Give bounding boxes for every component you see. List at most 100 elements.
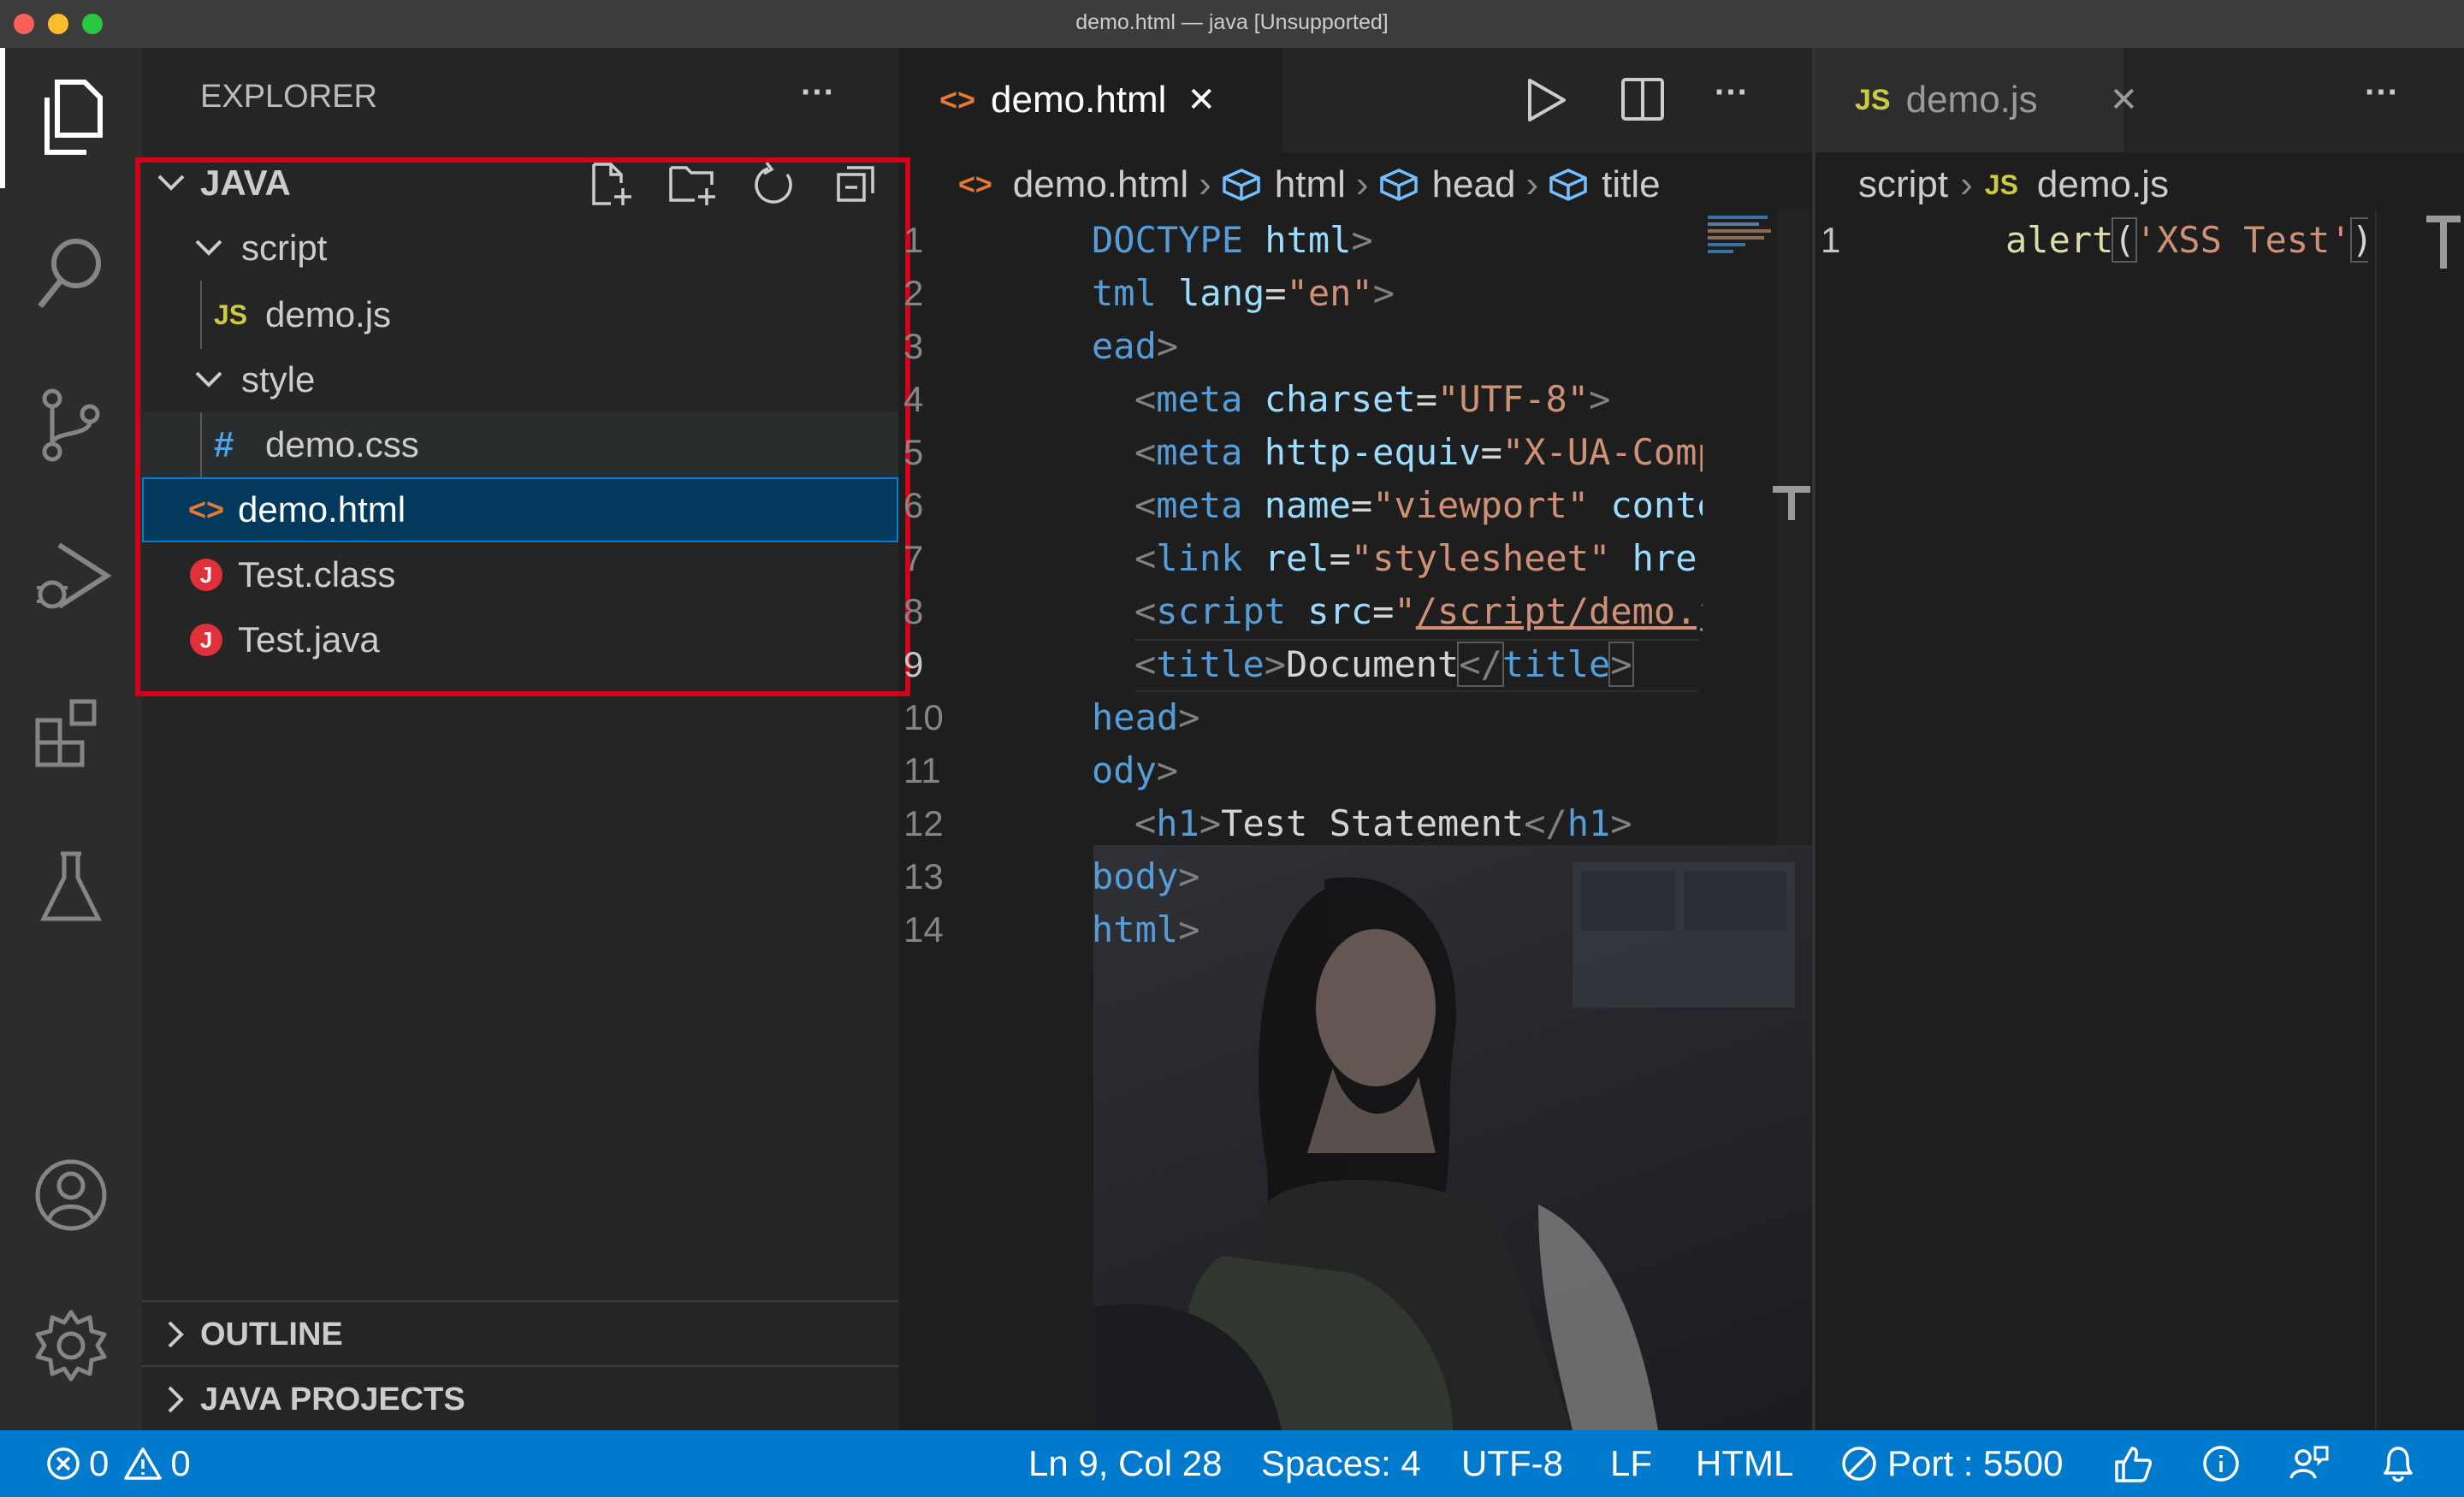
line-number: 11	[903, 750, 941, 790]
element-cube-icon	[1222, 168, 1261, 202]
code-area[interactable]: alert('XSS Test')	[2005, 214, 2368, 267]
element-cube-icon	[1549, 168, 1588, 202]
java-projects-section-header[interactable]: JAVA PROJECTS	[142, 1367, 898, 1432]
live-server-status[interactable]: Port : 5500	[1841, 1430, 2063, 1497]
breadcrumb-separator-icon: ›	[1199, 163, 1211, 205]
account-icon[interactable]	[0, 1131, 142, 1259]
line-number: 6	[903, 485, 924, 525]
tab-label: demo.js	[1905, 79, 2038, 121]
live-share-icon[interactable]	[2289, 1430, 2329, 1497]
port-label: Port : 5500	[1887, 1443, 2064, 1483]
line-number: 1	[903, 220, 924, 260]
scrollbar[interactable]	[1778, 209, 1809, 845]
settings-gear-icon[interactable]	[0, 1281, 142, 1410]
breadcrumb: script › JS demo.js	[1858, 161, 2169, 209]
info-icon[interactable]	[2202, 1430, 2240, 1497]
breadcrumb-item[interactable]: title	[1602, 163, 1660, 206]
encoding[interactable]: UTF-8	[1461, 1430, 1563, 1497]
explorer-icon[interactable]	[0, 53, 142, 181]
line-number-current: 1	[1821, 220, 1841, 260]
outline-section-header[interactable]: OUTLINE	[142, 1302, 898, 1367]
cursor-position[interactable]: Ln 9, Col 28	[1028, 1430, 1223, 1497]
line-number: 12	[903, 803, 944, 843]
tab-demo-html[interactable]: <> demo.html ✕	[898, 48, 1282, 152]
text-cursor-icon	[1771, 484, 1812, 520]
chevron-right-icon	[161, 1319, 195, 1350]
code-line: body>	[1092, 855, 1200, 897]
editor-more-button[interactable]: ···	[1715, 74, 1749, 112]
html-file-icon: <>	[939, 82, 976, 117]
problems-indicator[interactable]: 0 0	[46, 1430, 191, 1497]
tab-close-icon[interactable]: ✕	[2110, 80, 2139, 120]
run-debug-icon[interactable]	[0, 515, 142, 643]
line-number: 10	[903, 697, 944, 737]
end-of-line[interactable]: LF	[1610, 1430, 1652, 1497]
line-number: 2	[903, 273, 924, 313]
breadcrumb-item[interactable]: script	[1858, 163, 1948, 206]
indentation[interactable]: Spaces: 4	[1261, 1430, 1421, 1497]
chevron-right-icon	[161, 1384, 195, 1415]
line-number: 5	[903, 432, 924, 472]
split-editor-icon[interactable]	[1620, 77, 1665, 121]
status-bar	[0, 1430, 2464, 1497]
warning-count: 0	[170, 1443, 191, 1483]
element-cube-icon	[1379, 168, 1419, 202]
line-number: 8	[903, 591, 924, 631]
breadcrumb-item[interactable]: demo.js	[2037, 163, 2169, 206]
line-number: 4	[903, 379, 924, 419]
breadcrumb-separator-icon: ›	[1525, 163, 1539, 205]
section-title: JAVA PROJECTS	[200, 1381, 465, 1417]
explorer-title: EXPLORER	[200, 79, 377, 115]
extensions-icon[interactable]	[0, 669, 142, 797]
testing-icon[interactable]	[0, 823, 142, 951]
js-file-icon: JS	[1984, 169, 2018, 200]
tab-close-icon[interactable]: ✕	[1187, 80, 1216, 120]
code-line: <script src="/script/demo.j	[1134, 590, 1703, 632]
explorer-more-button[interactable]: ···	[801, 74, 835, 112]
code-line: <meta name="viewport" conte	[1134, 484, 1703, 526]
source-control-icon[interactable]	[0, 361, 142, 489]
code-line: <meta charset="UTF-8">	[1134, 378, 1611, 420]
tab-demo-js[interactable]: JS demo.js ✕	[1815, 48, 2138, 152]
editor-group-divider	[1812, 48, 1815, 1430]
text-cursor-icon	[2425, 214, 2462, 269]
breadcrumb: <> demo.html › html › head › title	[958, 161, 1661, 209]
line-number-current: 9	[903, 644, 924, 684]
code-line-current: <title>Document</title>	[1134, 642, 1634, 687]
editor-more-button[interactable]: ···	[2365, 74, 2399, 112]
code-line: tml lang="en">	[1092, 272, 1395, 314]
code-line: ody>	[1092, 749, 1179, 791]
line-number: 13	[903, 856, 944, 896]
tab-label: demo.html	[991, 79, 1167, 121]
minimap-edge	[2375, 209, 2377, 1430]
code-line: DOCTYPE html>	[1092, 219, 1373, 261]
html-file-icon: <>	[958, 168, 992, 201]
code-line: ead>	[1092, 325, 1179, 367]
window-title: demo.html — java [Unsupported]	[1075, 10, 1389, 34]
highlight-box	[135, 157, 910, 696]
feedback-thumb-icon[interactable]	[2113, 1430, 2153, 1497]
minimap[interactable]	[1703, 209, 1778, 845]
code-line: <h1>Test Statement</h1>	[1134, 802, 1632, 844]
code-line: <meta http-equiv="X-UA-Comp	[1134, 431, 1703, 473]
code-line: head>	[1092, 696, 1200, 738]
breadcrumb-item[interactable]: html	[1275, 163, 1346, 206]
no-entry-icon	[1841, 1446, 1877, 1482]
error-icon	[46, 1447, 80, 1481]
section-title: OUTLINE	[200, 1316, 343, 1352]
warning-icon	[124, 1447, 163, 1481]
line-number: 7	[903, 538, 924, 578]
search-icon[interactable]	[0, 209, 142, 337]
line-number: 14	[903, 909, 944, 950]
breadcrumb-item[interactable]: demo.html	[1013, 163, 1188, 206]
line-number: 3	[903, 326, 924, 366]
code-area[interactable]: DOCTYPE html> tml lang="en"> ead> <meta …	[1092, 214, 1703, 958]
breadcrumb-item[interactable]: head	[1432, 163, 1516, 206]
run-icon[interactable]	[1525, 77, 1567, 123]
code-line: alert('XSS Test')	[2005, 214, 2368, 267]
breadcrumb-separator-icon: ›	[1355, 163, 1369, 205]
language-mode[interactable]: HTML	[1696, 1430, 1793, 1497]
notifications-bell-icon[interactable]	[2380, 1430, 2416, 1497]
code-line: html>	[1092, 908, 1200, 950]
error-count: 0	[89, 1443, 110, 1483]
